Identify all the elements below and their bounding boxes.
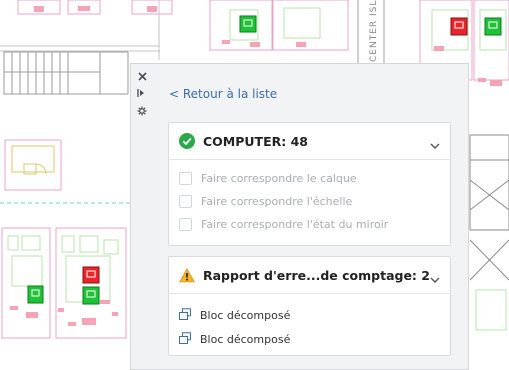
block-item-label: Bloc décomposé bbox=[200, 309, 291, 322]
option-label: Faire correspondre l'échelle bbox=[201, 195, 353, 208]
palette-side-strip bbox=[130, 63, 160, 370]
error-card-title: Rapport d'erre...de comptage: 2 bbox=[203, 267, 430, 283]
error-card-header[interactable]: Rapport d'erre...de comptage: 2 bbox=[169, 257, 450, 294]
computer-count-card: COMPUTER: 48 Faire correspondre le calqu… bbox=[168, 122, 451, 246]
error-report-card: Rapport d'erre...de comptage: 2 Bloc déc… bbox=[168, 256, 451, 356]
gear-icon[interactable] bbox=[133, 104, 151, 118]
match-mirror-checkbox bbox=[179, 218, 192, 231]
exploded-block-item[interactable]: Bloc décomposé bbox=[178, 306, 290, 325]
option-label: Faire correspondre l'état du miroir bbox=[201, 218, 389, 231]
block-icon bbox=[178, 306, 192, 325]
chevron-down-icon[interactable] bbox=[430, 135, 440, 154]
collapse-arrows-icon[interactable] bbox=[133, 86, 151, 100]
option-match-scale: Faire correspondre l'échelle bbox=[179, 195, 352, 208]
street-label: CENTER ISLAND bbox=[369, 0, 379, 62]
option-match-layer: Faire correspondre le calque bbox=[179, 172, 357, 185]
exploded-block-item[interactable]: Bloc décomposé bbox=[178, 330, 290, 349]
match-scale-checkbox bbox=[179, 195, 192, 208]
block-icon bbox=[178, 330, 192, 349]
close-icon[interactable] bbox=[133, 69, 151, 83]
match-layer-checkbox bbox=[179, 172, 192, 185]
computer-card-header[interactable]: COMPUTER: 48 bbox=[169, 123, 450, 160]
computer-card-title: COMPUTER: 48 bbox=[203, 133, 308, 149]
success-check-icon bbox=[179, 133, 195, 149]
warning-icon bbox=[179, 267, 195, 283]
count-properties-panel: < Retour à la liste COMPUTER: 48 Faire c… bbox=[160, 63, 469, 370]
option-label: Faire correspondre le calque bbox=[201, 172, 357, 185]
chevron-down-icon[interactable] bbox=[430, 269, 440, 288]
back-to-list-link[interactable]: < Retour à la liste bbox=[169, 87, 277, 101]
option-match-mirror: Faire correspondre l'état du miroir bbox=[179, 218, 388, 231]
block-item-label: Bloc décomposé bbox=[200, 333, 291, 346]
